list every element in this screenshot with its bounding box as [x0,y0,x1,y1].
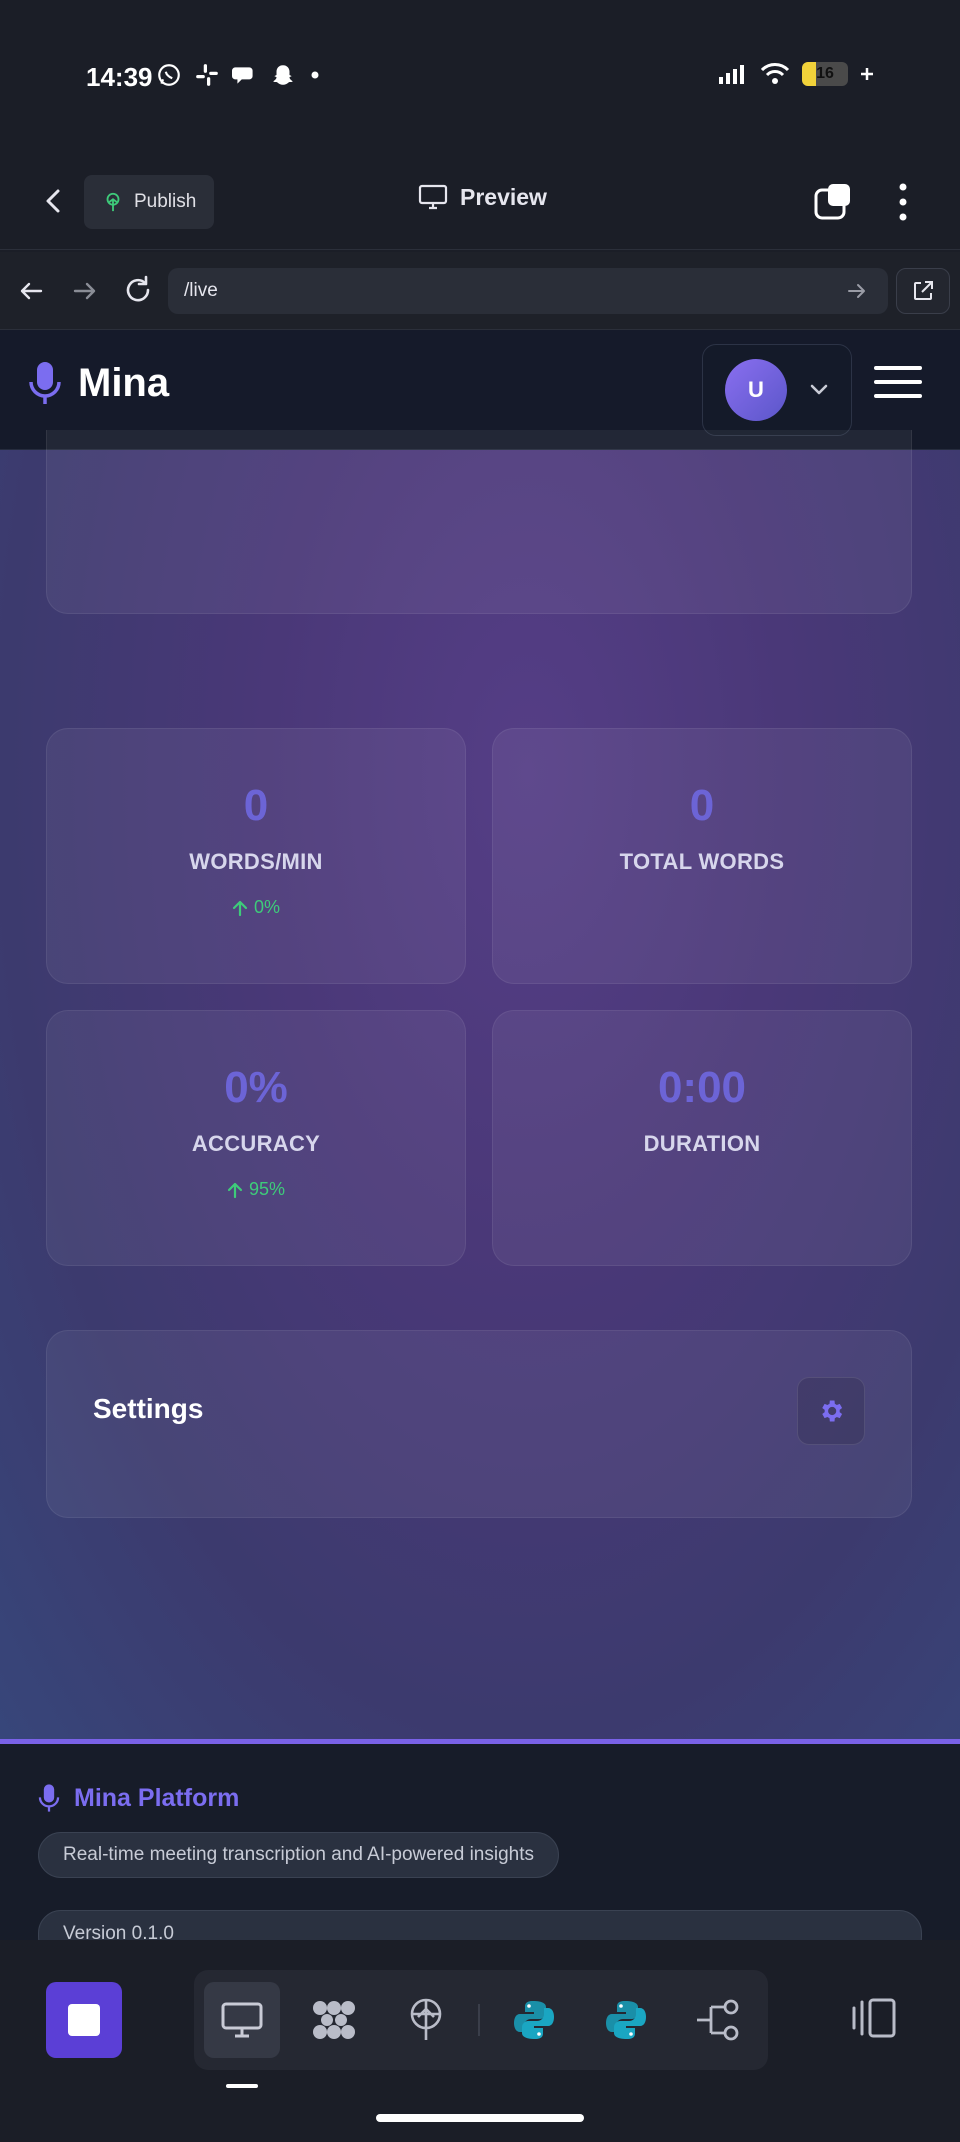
nodes-cluster-icon [313,2001,355,2039]
footer-brand-name: Mina Platform [74,1783,240,1812]
deploy-globe-icon [410,1998,442,2040]
microphone-icon [29,362,61,404]
dock-deploy-button[interactable] [388,1982,464,2058]
tabs-switcher-icon[interactable] [814,182,854,222]
stat-label: TOTAL WORDS [619,849,785,874]
settings-title: Settings [93,1393,204,1424]
python-icon [514,2001,554,2039]
stat-label: DURATION [643,1131,761,1156]
microphone-icon [38,1784,60,1812]
stat-card-total-words: 0 TOTAL WORDS [492,728,912,984]
monitor-icon [221,2002,263,2038]
arrow-up-icon [232,900,248,916]
main-content: 0 WORDS/MIN 0% 0 TOTAL WORDS 0% ACCURACY… [0,430,960,1740]
battery-icon: 16 [802,62,848,86]
footer-brand[interactable]: Mina Platform [38,1782,239,1814]
stat-value: 0:00 [657,1063,747,1112]
stat-value: 0 [243,781,269,830]
active-tab-indicator [226,2084,258,2088]
side-panel-icon[interactable] [850,1996,898,2040]
stat-trend: 95% [227,1179,285,1200]
url-input[interactable]: /live [168,268,888,314]
dock-separator [478,2004,480,2036]
whatsapp-icon [158,64,180,86]
footer-tagline: Real-time meeting transcription and AI-p… [38,1832,560,1878]
browser-forward-icon[interactable] [70,276,100,306]
signal-icon [719,65,744,84]
publish-label: Publish [134,191,197,212]
preview-label: Preview [460,183,547,210]
open-external-button[interactable] [896,268,950,314]
url-go-arrow-icon[interactable] [846,280,868,302]
battery-level: 16 [816,65,834,82]
user-menu[interactable]: U [702,344,852,436]
browser-reload-icon[interactable] [122,274,154,306]
status-system-icons: 16 [718,62,874,86]
stat-label: ACCURACY [191,1131,321,1156]
hamburger-menu-icon[interactable] [874,364,922,400]
external-link-icon [914,281,933,300]
dock-workflow-button[interactable] [680,1982,756,2058]
stat-card-accuracy: 0% ACCURACY 95% [46,1010,466,1266]
dock-agents-button[interactable] [296,1982,372,2058]
dock-preview-button[interactable] [204,1982,280,2058]
wifi-icon [760,63,790,84]
dot-icon [311,71,319,79]
status-time: 14:39 [86,62,153,92]
chevron-down-icon [810,384,828,395]
back-chevron-icon[interactable] [36,183,72,219]
settings-card: Settings [46,1330,912,1518]
python-icon [606,2001,646,2039]
url-text: /live [184,280,218,301]
brand-name: Mina [78,360,170,405]
avatar: U [725,359,787,421]
dock-python-button-1[interactable] [496,1982,572,2058]
charging-plus-icon [861,68,873,80]
settings-button[interactable] [797,1377,865,1445]
home-indicator[interactable] [376,2114,584,2122]
snapchat-icon [273,65,293,85]
stat-value: 0% [224,1063,288,1112]
slack-icon [196,64,218,86]
monitor-icon [418,184,448,210]
stat-trend-value: 95% [248,1179,286,1199]
stop-square-icon [68,2004,100,2036]
status-notification-icons [156,62,322,88]
stat-trend: 0% [232,897,280,918]
gear-icon [822,1400,843,1422]
stat-card-duration: 0:00 DURATION [492,1010,912,1266]
stat-trend-value: 0% [253,897,280,917]
browser-back-icon[interactable] [16,276,46,306]
stat-label: WORDS/MIN [189,849,323,874]
dock-python-button-2[interactable] [588,1982,664,2058]
publish-tree-icon [106,192,120,212]
publish-button[interactable]: Publish [84,175,215,229]
preview-toggle[interactable]: Preview [418,183,547,211]
stat-card-words-per-min: 0 WORDS/MIN 0% [46,728,466,984]
workflow-branch-icon [697,1999,739,2041]
arrow-up-icon [227,1182,243,1198]
stop-button[interactable] [46,1982,122,2058]
chat-icon [232,67,253,84]
site-brand[interactable]: Mina [28,360,169,406]
avatar-initial: U [748,377,764,402]
transcript-card [46,430,912,614]
more-vertical-icon[interactable] [890,180,916,224]
stat-value: 0 [689,781,715,830]
